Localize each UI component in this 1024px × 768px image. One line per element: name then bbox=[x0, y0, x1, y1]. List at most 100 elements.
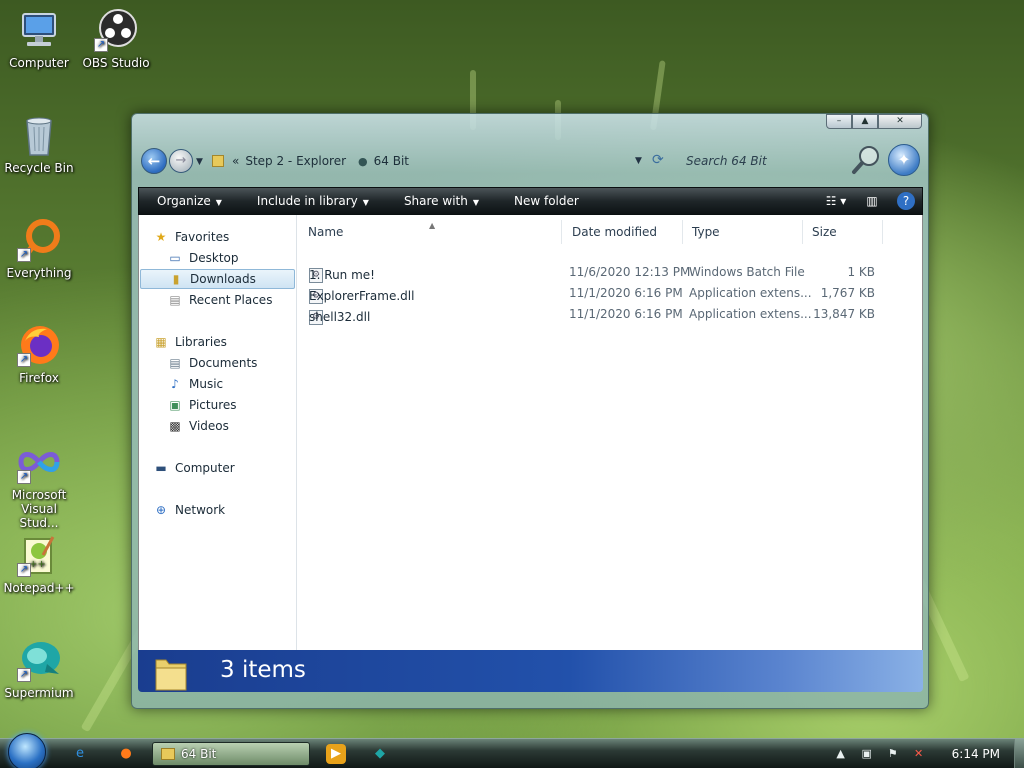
desktop-icon-computer[interactable]: Computer bbox=[1, 8, 77, 70]
address-dropdown-icon[interactable]: ▼ bbox=[635, 156, 642, 166]
column-header-type[interactable]: Type bbox=[683, 220, 803, 244]
nav-downloads-label: Downloads bbox=[190, 272, 256, 286]
desktop-icon-everything[interactable]: ↗ Everything bbox=[1, 218, 77, 280]
breadcrumb-overflow[interactable]: « bbox=[232, 154, 239, 168]
volume-muted-icon[interactable]: ✕ bbox=[911, 747, 927, 760]
file-size: 1 KB bbox=[847, 265, 875, 279]
breadcrumb-64-bit[interactable]: 64 Bit bbox=[374, 154, 409, 168]
nav-downloads[interactable]: ▮ Downloads bbox=[140, 269, 295, 289]
column-header-name[interactable]: Name ▲ bbox=[299, 220, 562, 244]
forward-button[interactable]: → bbox=[169, 149, 193, 173]
taskbar-button-label: 64 Bit bbox=[181, 747, 217, 761]
nav-favorites-label: Favorites bbox=[175, 230, 230, 244]
nav-recent-places[interactable]: ▤ Recent Places bbox=[167, 290, 317, 310]
shortcut-arrow-icon: ↗ bbox=[17, 470, 31, 484]
libraries-icon: ▦ bbox=[155, 335, 167, 349]
star-icon: ★ bbox=[155, 230, 167, 244]
shortcut-arrow-icon: ↗ bbox=[17, 563, 31, 577]
address-bar[interactable]: « Step 2 - Explorer ● 64 Bit bbox=[206, 150, 638, 172]
search-input[interactable]: Search 64 Bit bbox=[680, 150, 840, 172]
file-name: 1. Run me! bbox=[309, 268, 375, 282]
desktop-icon-notepad-plus-plus[interactable]: ++ ↗ Notepad++ bbox=[1, 533, 77, 595]
close-button[interactable]: ✕ bbox=[878, 114, 922, 129]
system-tray: ▲ ▣ ⚑ ✕ 6:14 PM bbox=[828, 739, 1024, 768]
new-folder-button[interactable]: New folder bbox=[496, 194, 596, 208]
network-icon: ⊕ bbox=[155, 503, 167, 517]
file-row[interactable]: ⚙ shell32.dll 11/1/2020 6:16 PM Applicati… bbox=[307, 304, 907, 325]
desktop-icon-label: Firefox bbox=[19, 371, 59, 385]
desktop-icon-firefox[interactable]: ↗ Firefox bbox=[1, 323, 77, 385]
desktop-icon-label: Computer bbox=[9, 56, 69, 70]
include-in-library-button[interactable]: Include in library ▼ bbox=[239, 194, 386, 208]
search-icon[interactable] bbox=[850, 144, 882, 176]
organize-button[interactable]: Organize ▼ bbox=[139, 194, 239, 208]
nav-documents[interactable]: ▤ Documents bbox=[167, 353, 317, 373]
breadcrumb-separator-icon[interactable]: ● bbox=[358, 155, 368, 168]
back-button[interactable]: ← bbox=[141, 148, 167, 174]
column-header-date-modified[interactable]: Date modified bbox=[563, 220, 683, 244]
shortcut-arrow-icon: ↗ bbox=[17, 248, 31, 262]
maximize-button[interactable]: ▲ bbox=[852, 114, 878, 129]
desktop-icon-visual-studio[interactable]: ↗ Microsoft Visual Stud... bbox=[1, 440, 77, 530]
file-type: Application extens... bbox=[689, 307, 812, 321]
clock[interactable]: 6:14 PM bbox=[952, 747, 1000, 761]
recent-pages-dropdown[interactable]: ▼ bbox=[196, 157, 203, 167]
desktop-icon-supermium[interactable]: ↗ Supermium bbox=[1, 638, 77, 700]
file-date: 11/1/2020 6:16 PM bbox=[569, 286, 683, 300]
organize-label: Organize bbox=[157, 194, 211, 208]
recent-places-icon: ▤ bbox=[169, 293, 181, 307]
internet-explorer-icon[interactable]: e bbox=[70, 744, 90, 764]
desktop-icon: ▭ bbox=[169, 251, 181, 265]
computer-icon bbox=[17, 8, 61, 52]
preview-pane-icon[interactable]: ▥ bbox=[861, 192, 883, 210]
file-name: shell32.dll bbox=[309, 310, 371, 324]
taskbar-button-64-bit[interactable]: 64 Bit bbox=[152, 742, 310, 766]
documents-icon: ▤ bbox=[169, 356, 181, 370]
obs-studio-icon: ↗ bbox=[94, 8, 138, 52]
nav-libraries[interactable]: ▦ Libraries bbox=[153, 332, 303, 352]
desktop-icon-recycle-bin[interactable]: Recycle Bin bbox=[1, 113, 77, 175]
nav-computer[interactable]: ▬ Computer bbox=[153, 458, 303, 478]
view-controls: ☷ ▾ ▥ ? bbox=[818, 188, 922, 214]
caret-down-icon: ▼ bbox=[362, 198, 369, 207]
nav-videos[interactable]: ▩ Videos bbox=[167, 416, 317, 436]
nav-pictures[interactable]: ▣ Pictures bbox=[167, 395, 317, 415]
nav-network-label: Network bbox=[175, 503, 226, 517]
nav-desktop[interactable]: ▭ Desktop bbox=[167, 248, 317, 268]
nav-favorites[interactable]: ★ Favorites bbox=[153, 227, 303, 247]
details-pane: 3 items bbox=[138, 650, 923, 692]
notepad-plus-plus-icon: ++ ↗ bbox=[17, 533, 61, 577]
nav-network[interactable]: ⊕ Network bbox=[153, 500, 303, 520]
refresh-icon[interactable]: ⟳ bbox=[652, 152, 664, 168]
shortcut-arrow-icon: ↗ bbox=[94, 38, 108, 52]
file-type: Application extens... bbox=[689, 286, 812, 300]
file-size: 1,767 KB bbox=[820, 286, 875, 300]
desktop-icon-obs-studio[interactable]: ↗ OBS Studio bbox=[78, 8, 154, 70]
file-row[interactable]: ⚙ 1. Run me! 11/6/2020 12:13 PM Windows B… bbox=[307, 262, 907, 283]
nav-music-label: Music bbox=[189, 377, 224, 391]
show-hidden-icons-icon[interactable]: ▲ bbox=[833, 747, 849, 760]
everything-search-icon: ↗ bbox=[17, 218, 61, 262]
start-button[interactable] bbox=[8, 733, 46, 768]
nav-libraries-label: Libraries bbox=[175, 335, 227, 349]
downloads-folder-icon: ▮ bbox=[172, 272, 180, 286]
file-name: ExplorerFrame.dll bbox=[309, 289, 415, 303]
media-player-icon[interactable]: ▶ bbox=[326, 744, 346, 764]
view-options-icon[interactable]: ☷ ▾ bbox=[825, 192, 847, 210]
show-desktop-button[interactable] bbox=[1014, 739, 1024, 768]
action-center-flag-icon[interactable]: ⚑ bbox=[885, 747, 901, 760]
firefox-icon[interactable]: ● bbox=[116, 744, 136, 764]
svg-text:++: ++ bbox=[29, 559, 46, 570]
nav-music[interactable]: ♪ Music bbox=[167, 374, 317, 394]
network-tray-icon[interactable]: ▣ bbox=[859, 747, 875, 760]
explorer-window[interactable]: – ▲ ✕ ← → ▼ « Step 2 - Explorer ● 64 Bit… bbox=[131, 113, 929, 709]
column-name-label: Name bbox=[308, 225, 344, 239]
orb-star-icon[interactable]: ✦ bbox=[888, 144, 920, 176]
minimize-button[interactable]: – bbox=[826, 114, 852, 129]
file-row[interactable]: ⚙ ExplorerFrame.dll 11/1/2020 6:16 PM App… bbox=[307, 283, 907, 304]
breadcrumb-step-2-explorer[interactable]: Step 2 - Explorer bbox=[245, 154, 346, 168]
column-header-size[interactable]: Size bbox=[803, 220, 883, 244]
share-with-button[interactable]: Share with ▼ bbox=[386, 194, 496, 208]
supermium-icon[interactable]: ◆ bbox=[370, 744, 390, 764]
help-icon[interactable]: ? bbox=[897, 192, 915, 210]
